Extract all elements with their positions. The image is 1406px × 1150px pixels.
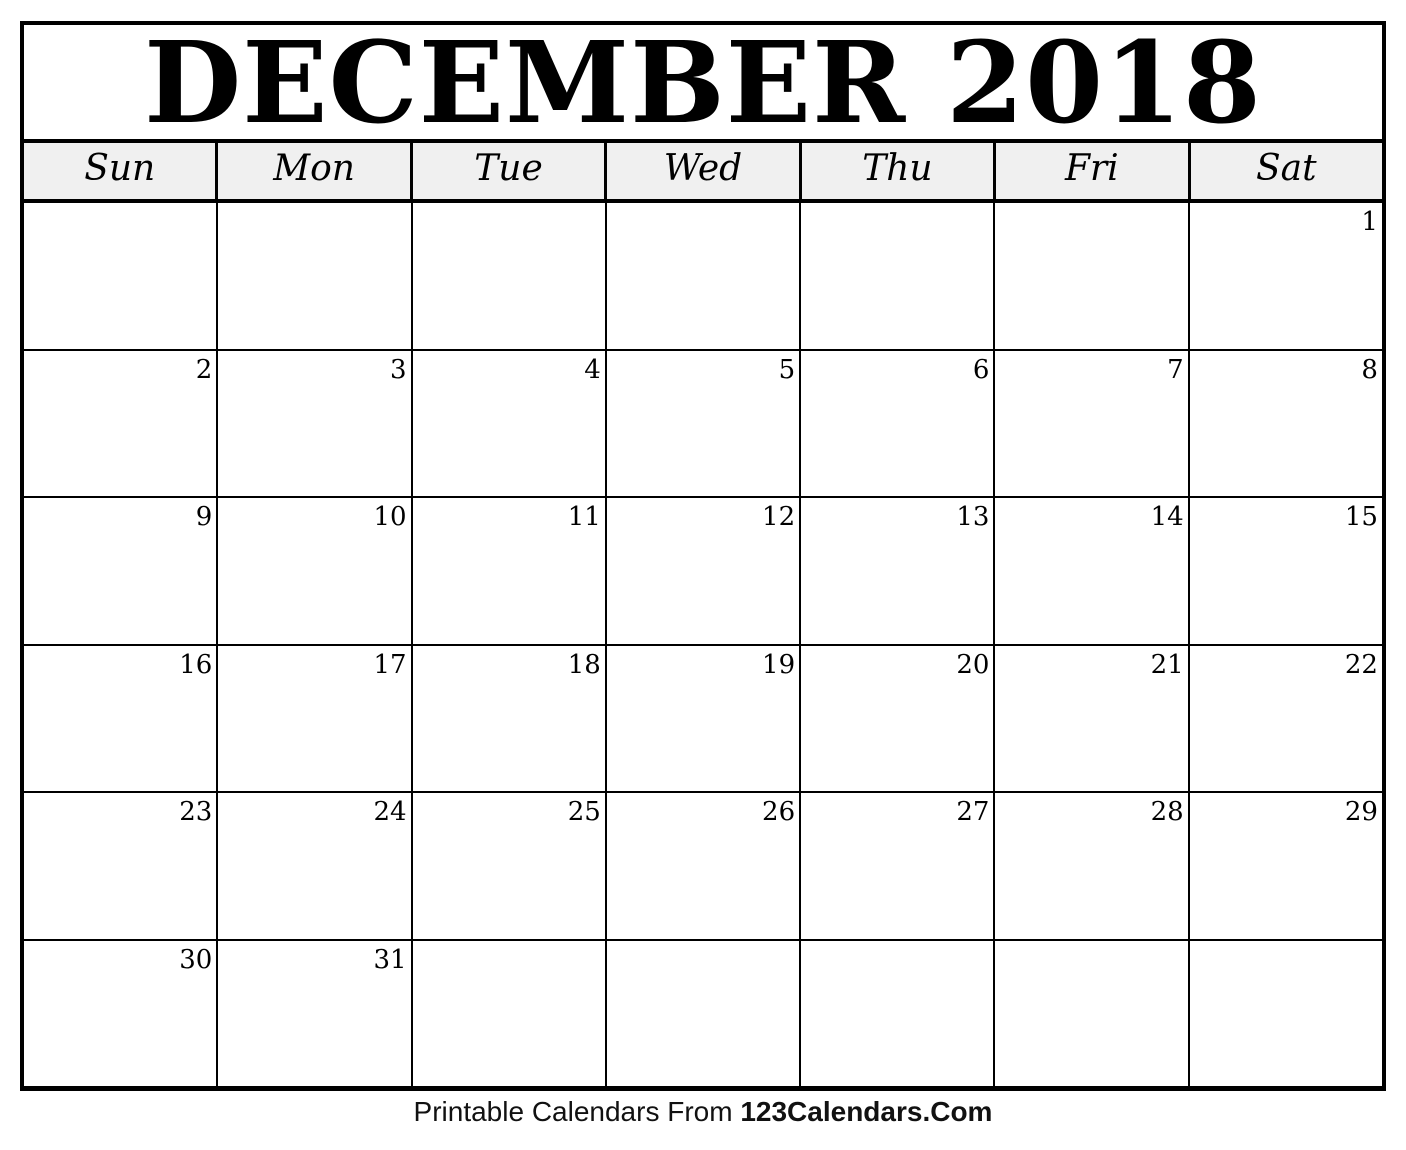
day-cell: 21: [995, 645, 1190, 791]
empty-cell: [218, 203, 413, 349]
day-number: 26: [762, 797, 796, 827]
day-number: 8: [1361, 354, 1378, 385]
day-cell: 13: [801, 498, 996, 644]
day-cell: 7: [995, 350, 1190, 496]
day-cell: 22: [1190, 646, 1382, 792]
day-cell: 25: [413, 793, 607, 939]
day-number: 18: [567, 649, 601, 680]
empty-cell: [607, 940, 802, 1086]
day-cell: 14: [995, 498, 1190, 644]
day-cell: 31: [218, 940, 413, 1086]
day-cell: 4: [413, 350, 607, 496]
day-number: 25: [567, 797, 601, 827]
day-number: 30: [179, 944, 213, 975]
day-number: 5: [778, 354, 796, 385]
day-cell: 20: [801, 645, 996, 791]
footer-prefix: Printable Calendars From: [413, 1096, 741, 1127]
day-number: 1: [1361, 207, 1378, 237]
week-row: 1: [24, 203, 1382, 351]
day-cell: 30: [24, 940, 219, 1086]
day-cell: 15: [1190, 498, 1382, 644]
day-cell: 28: [995, 793, 1190, 939]
day-cell: 27: [801, 793, 996, 939]
day-cell: 29: [1190, 793, 1382, 939]
footer-brand-link[interactable]: 123Calendars.Com: [740, 1096, 992, 1127]
day-number: 21: [1150, 649, 1184, 680]
day-number: 31: [373, 944, 407, 975]
weekday-header: Sun Mon Tue Wed Thu Fri Sat: [24, 143, 1382, 203]
weekday-wed: Wed: [607, 143, 802, 199]
day-cell: 23: [24, 793, 219, 939]
day-number: 11: [567, 502, 601, 532]
day-number: 28: [1150, 797, 1184, 827]
week-row: 16 17 18 19 20 21 22: [24, 645, 1382, 793]
weekday-mon: Mon: [218, 143, 413, 199]
day-number: 20: [956, 649, 990, 680]
day-number: 2: [195, 354, 213, 385]
day-number: 10: [373, 502, 407, 532]
day-cell: 8: [1190, 351, 1382, 497]
day-number: 19: [762, 649, 796, 680]
day-cell: 6: [801, 350, 996, 496]
day-cell: 3: [218, 350, 413, 496]
day-number: 24: [373, 797, 407, 827]
weekday-thu: Thu: [802, 143, 997, 199]
weekday-fri: Fri: [996, 143, 1191, 199]
week-row: 30 31: [24, 940, 1382, 1087]
weekday-sun: Sun: [24, 143, 219, 199]
week-row: 23 24 25 26 27 28 29: [24, 793, 1382, 941]
day-number: 14: [1150, 502, 1184, 532]
day-number: 15: [1344, 502, 1378, 532]
calendar-grid: 1 2 3 4 5 6 7 8 9 10 11 12 13 14 15 16 17 18 19 20 21 22 23 24 2…: [24, 203, 1382, 1086]
day-cell: 11: [413, 498, 607, 644]
day-cell: 17: [218, 645, 413, 791]
day-cell: 9: [24, 498, 219, 644]
day-cell: 26: [607, 793, 802, 939]
day-number: 29: [1344, 797, 1378, 827]
calendar-title: DECEMBER 2018: [24, 25, 1382, 143]
weekday-tue: Tue: [413, 143, 608, 199]
empty-cell: [24, 203, 219, 349]
day-number: 6: [972, 354, 990, 385]
day-number: 23: [179, 797, 213, 827]
day-number: 3: [390, 354, 407, 385]
empty-cell: [995, 203, 1190, 349]
day-number: 22: [1344, 649, 1378, 680]
footer-credit: Printable Calendars From 123Calendars.Co…: [0, 1096, 1406, 1128]
week-row: 9 10 11 12 13 14 15: [24, 498, 1382, 646]
day-number: 27: [956, 797, 990, 827]
empty-cell: [413, 940, 607, 1086]
day-number: 13: [956, 502, 990, 532]
calendar: DECEMBER 2018 Sun Mon Tue Wed Thu Fri Sa…: [20, 21, 1386, 1091]
day-number: 17: [373, 649, 407, 680]
empty-cell: [801, 203, 996, 349]
day-cell: 10: [218, 498, 413, 644]
day-number: 16: [179, 649, 213, 680]
day-number: 12: [762, 502, 796, 532]
empty-cell: [1190, 941, 1382, 1087]
week-row: 2 3 4 5 6 7 8: [24, 350, 1382, 498]
empty-cell: [413, 203, 607, 349]
day-cell: 1: [1190, 203, 1382, 349]
day-cell: 2: [24, 350, 219, 496]
empty-cell: [801, 940, 996, 1086]
day-number: 7: [1167, 354, 1184, 385]
day-cell: 24: [218, 793, 413, 939]
day-cell: 16: [24, 645, 219, 791]
day-cell: 19: [607, 645, 802, 791]
day-cell: 12: [607, 498, 802, 644]
empty-cell: [607, 203, 802, 349]
weekday-sat: Sat: [1255, 148, 1317, 189]
day-number: 9: [195, 502, 213, 532]
empty-cell: [995, 940, 1190, 1086]
day-cell: 5: [607, 350, 802, 496]
day-cell: 18: [413, 645, 607, 791]
day-number: 4: [584, 354, 601, 385]
